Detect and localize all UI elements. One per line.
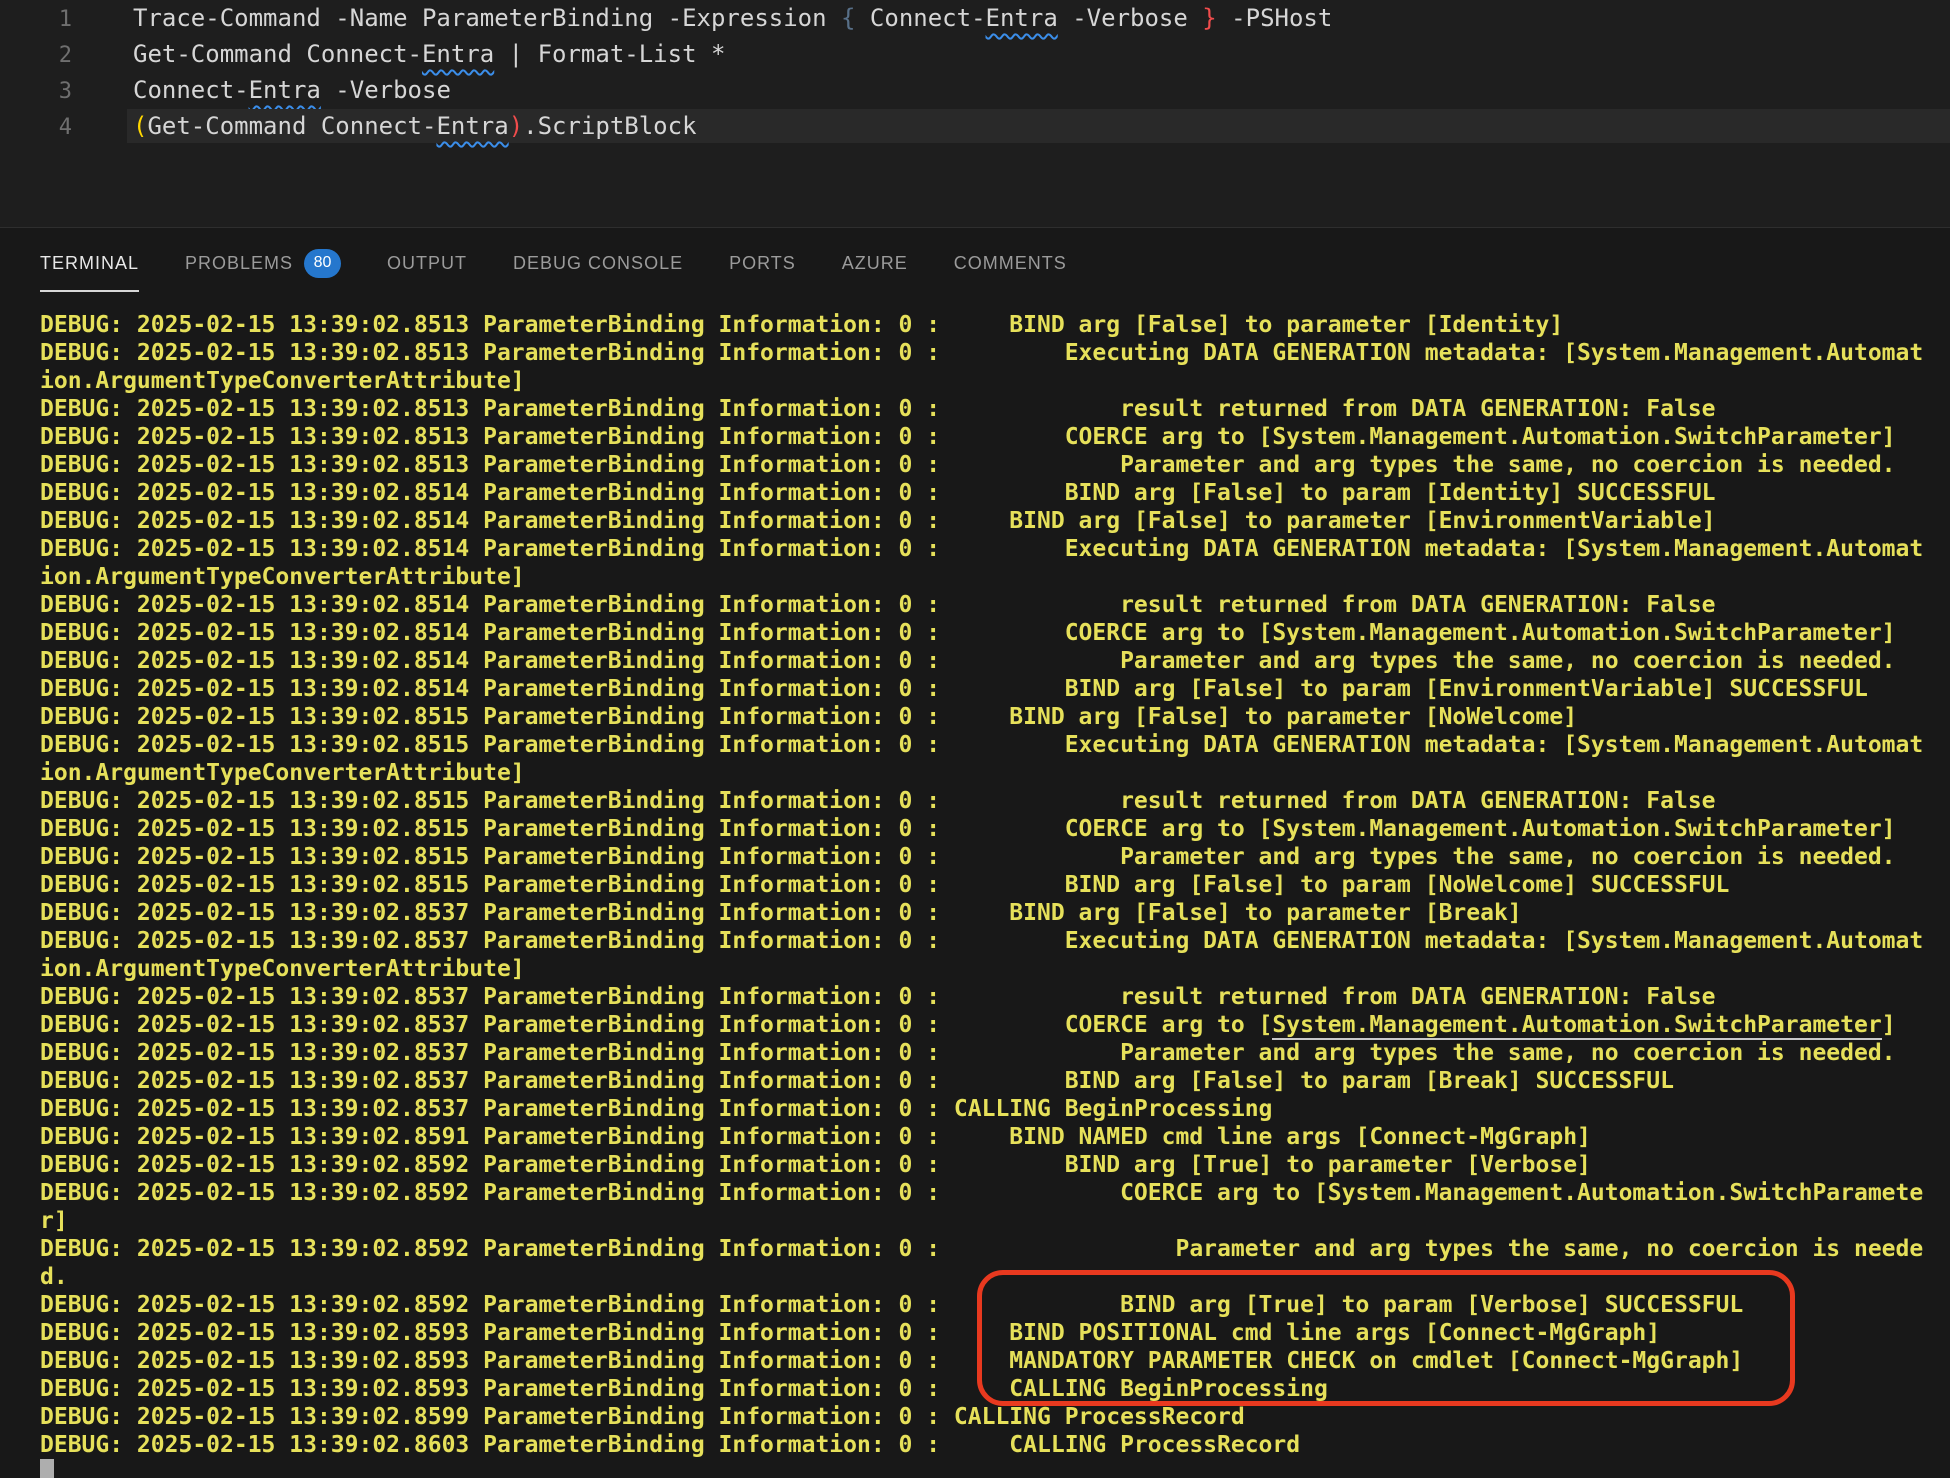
terminal-line: DEBUG: 2025-02-15 13:39:02.8592 Paramete…	[40, 1292, 1744, 1318]
terminal-line: DEBUG: 2025-02-15 13:39:02.8537 Paramete…	[40, 1040, 1896, 1066]
terminal-line: DEBUG: 2025-02-15 13:39:02.8592 Paramete…	[40, 1236, 1924, 1262]
tab-label: TERMINAL	[40, 252, 140, 273]
terminal-line: DEBUG: 2025-02-15 13:39:02.8537 Paramete…	[40, 1012, 1896, 1040]
tab-label: COMMENTS	[953, 252, 1067, 273]
code-text: Trace-Command -Name ParameterBinding -Ex…	[133, 4, 1333, 32]
tab-label: AZURE	[841, 252, 908, 273]
terminal-line: DEBUG: 2025-02-15 13:39:02.8514 Paramete…	[40, 536, 1924, 562]
terminal-line: DEBUG: 2025-02-15 13:39:02.8514 Paramete…	[40, 592, 1716, 618]
terminal-line: DEBUG: 2025-02-15 13:39:02.8537 Paramete…	[40, 928, 1924, 954]
editor-line: 3 Connect-Entra -Verbose	[0, 72, 1950, 108]
terminal-line: d.	[40, 1264, 68, 1290]
squiggle-underline-text: Entra	[985, 4, 1058, 32]
terminal-line: ion.ArgumentTypeConverterAttribute]	[40, 956, 525, 982]
terminal-link[interactable]: System.Management.Automation.SwitchParam…	[1272, 1012, 1882, 1040]
terminal-line: ion.ArgumentTypeConverterAttribute]	[40, 564, 525, 590]
terminal-line: DEBUG: 2025-02-15 13:39:02.8513 Paramete…	[40, 424, 1896, 450]
terminal-line: DEBUG: 2025-02-15 13:39:02.8603 Paramete…	[40, 1432, 1301, 1458]
terminal-line: DEBUG: 2025-02-15 13:39:02.8599 Paramete…	[40, 1404, 1245, 1430]
code-text: Get-Command Connect-Entra | Format-List …	[133, 40, 726, 68]
terminal-line: DEBUG: 2025-02-15 13:39:02.8515 Paramete…	[40, 816, 1896, 842]
terminal-line: ion.ArgumentTypeConverterAttribute]	[40, 368, 525, 394]
editor-line: 2 Get-Command Connect-Entra | Format-List…	[0, 36, 1950, 72]
tab-problems[interactable]: PROBLEMS 80	[185, 228, 342, 298]
terminal-line: DEBUG: 2025-02-15 13:39:02.8514 Paramete…	[40, 676, 1868, 702]
editor-line: 4 (Get-Command Connect-Entra).ScriptBlock	[0, 108, 1950, 144]
tab-terminal[interactable]: TERMINAL	[40, 228, 140, 298]
tab-label: PROBLEMS	[185, 252, 294, 273]
terminal-line: DEBUG: 2025-02-15 13:39:02.8513 Paramete…	[40, 340, 1924, 366]
code-text: Connect-Entra -Verbose	[133, 76, 451, 104]
terminal-output[interactable]: DEBUG: 2025-02-15 13:39:02.8513 Paramete…	[0, 311, 1950, 1478]
terminal-line: DEBUG: 2025-02-15 13:39:02.8513 Paramete…	[40, 312, 1564, 338]
squiggle-underline-text: Entra	[436, 112, 509, 140]
terminal-line: DEBUG: 2025-02-15 13:39:02.8537 Paramete…	[40, 900, 1522, 926]
tab-azure[interactable]: AZURE	[842, 228, 908, 298]
squiggle-underline-text: Entra	[421, 40, 495, 68]
line-number: 2	[58, 43, 72, 68]
terminal-line: ion.ArgumentTypeConverterAttribute]	[40, 760, 525, 786]
terminal-line: DEBUG: 2025-02-15 13:39:02.8593 Paramete…	[40, 1348, 1744, 1374]
terminal-line: DEBUG: 2025-02-15 13:39:02.8515 Paramete…	[40, 732, 1924, 758]
problems-count-badge: 80	[304, 248, 342, 278]
terminal-line: DEBUG: 2025-02-15 13:39:02.8514 Paramete…	[40, 508, 1716, 534]
tab-comments[interactable]: COMMENTS	[954, 228, 1067, 298]
squiggle-underline-text: Entra	[248, 76, 321, 104]
terminal-line: DEBUG: 2025-02-15 13:39:02.8537 Paramete…	[40, 984, 1716, 1010]
terminal-line: DEBUG: 2025-02-15 13:39:02.8591 Paramete…	[40, 1124, 1591, 1150]
panel-tab-bar: TERMINAL PROBLEMS 80 OUTPUT DEBUG CONSOLE POR…	[0, 228, 1950, 298]
terminal-line: DEBUG: 2025-02-15 13:39:02.8513 Paramete…	[40, 452, 1896, 478]
vscode-window: 1 Trace-Command -Name ParameterBinding -E…	[0, 0, 1950, 1478]
tab-label: DEBUG CONSOLE	[513, 252, 684, 273]
tab-label: PORTS	[729, 252, 796, 273]
terminal-line: DEBUG: 2025-02-15 13:39:02.8514 Paramete…	[40, 480, 1716, 506]
terminal-line: DEBUG: 2025-02-15 13:39:02.8593 Paramete…	[40, 1376, 1328, 1402]
tab-debug-console[interactable]: DEBUG CONSOLE	[513, 228, 683, 298]
terminal-line: DEBUG: 2025-02-15 13:39:02.8515 Paramete…	[40, 872, 1730, 898]
terminal-cursor	[40, 1459, 54, 1478]
terminal-line: DEBUG: 2025-02-15 13:39:02.8592 Paramete…	[40, 1180, 1924, 1206]
terminal-line: DEBUG: 2025-02-15 13:39:02.8513 Paramete…	[40, 396, 1716, 422]
terminal-line: DEBUG: 2025-02-15 13:39:02.8593 Paramete…	[40, 1320, 1661, 1346]
terminal-line: DEBUG: 2025-02-15 13:39:02.8515 Paramete…	[40, 788, 1716, 814]
code-text: (Get-Command Connect-Entra).ScriptBlock	[133, 112, 697, 140]
tab-ports[interactable]: PORTS	[729, 228, 796, 298]
tab-output[interactable]: OUTPUT	[387, 228, 467, 298]
terminal-line: DEBUG: 2025-02-15 13:39:02.8592 Paramete…	[40, 1152, 1591, 1178]
line-number: 4	[58, 115, 72, 140]
bottom-panel: TERMINAL PROBLEMS 80 OUTPUT DEBUG CONSOLE POR…	[0, 227, 1950, 1478]
tab-label: OUTPUT	[387, 252, 468, 273]
editor-pane[interactable]: 1 Trace-Command -Name ParameterBinding -E…	[0, 0, 1950, 227]
terminal-line: DEBUG: 2025-02-15 13:39:02.8537 Paramete…	[40, 1068, 1674, 1094]
terminal-line: DEBUG: 2025-02-15 13:39:02.8514 Paramete…	[40, 648, 1896, 674]
terminal-line: DEBUG: 2025-02-15 13:39:02.8537 Paramete…	[40, 1096, 1273, 1122]
terminal-line: r]	[40, 1208, 68, 1234]
line-number: 3	[58, 79, 72, 104]
terminal-line: DEBUG: 2025-02-15 13:39:02.8514 Paramete…	[40, 620, 1896, 646]
editor-line: 1 Trace-Command -Name ParameterBinding -E…	[0, 0, 1950, 36]
terminal-line: DEBUG: 2025-02-15 13:39:02.8515 Paramete…	[40, 704, 1578, 730]
line-number: 1	[58, 7, 72, 32]
terminal-line: DEBUG: 2025-02-15 13:39:02.8515 Paramete…	[40, 844, 1896, 870]
